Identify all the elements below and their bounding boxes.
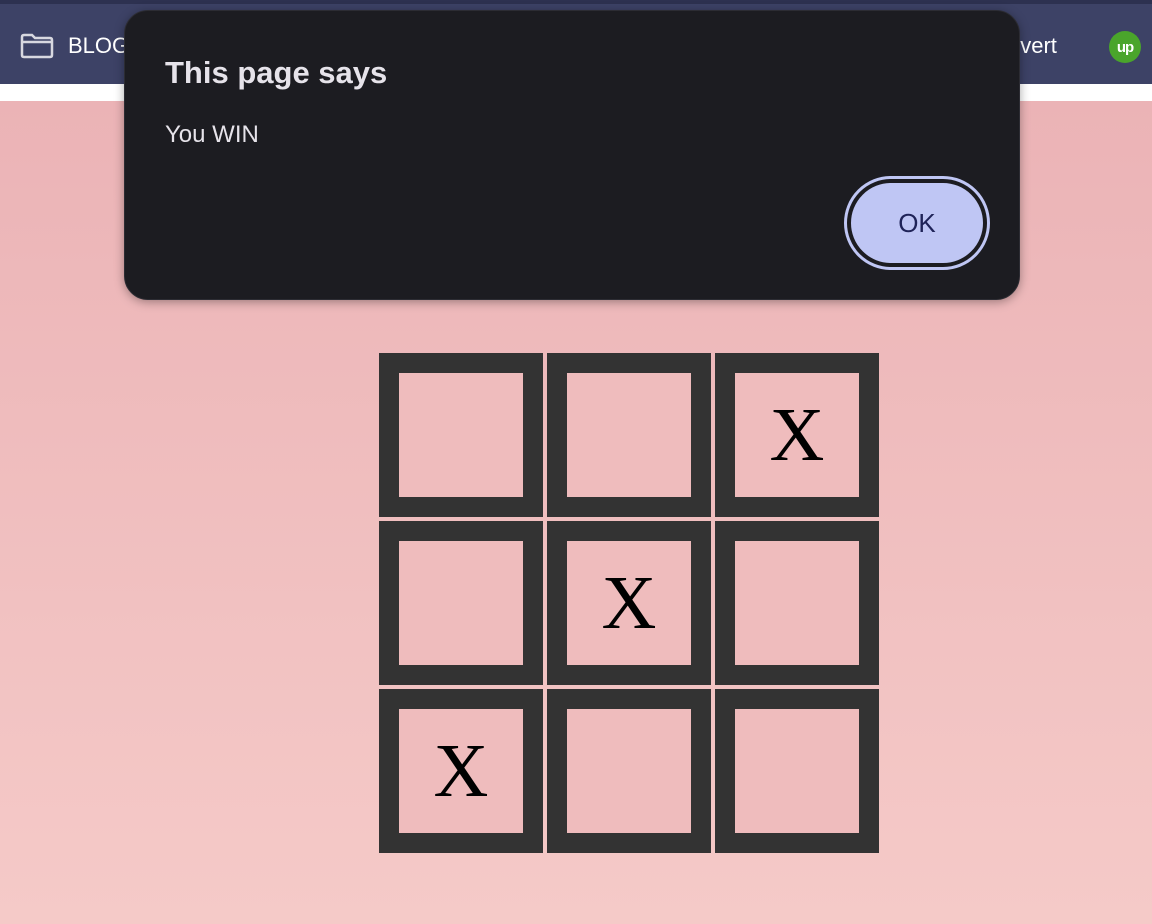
dialog-message: You WIN [165,121,259,148]
board-cell[interactable] [715,689,879,853]
board-cell[interactable] [379,521,543,685]
dialog-title: This page says [165,55,388,90]
upwork-icon[interactable]: up [1109,31,1141,63]
bookmark-label: BLOG [68,33,130,58]
board-cell[interactable] [547,353,711,517]
bookmark-folder-blog[interactable]: BLOG [20,30,129,62]
alert-dialog: This page says You WIN OK [124,10,1020,300]
folder-icon [20,33,54,59]
board-cell[interactable] [547,689,711,853]
board-cell[interactable]: X [379,689,543,853]
board-cell[interactable]: X [715,353,879,517]
tic-tac-toe-board: X X X [379,353,879,853]
board-cell[interactable]: X [547,521,711,685]
ok-button[interactable]: OK [844,176,990,270]
board-cell[interactable] [379,353,543,517]
board-cell[interactable] [715,521,879,685]
